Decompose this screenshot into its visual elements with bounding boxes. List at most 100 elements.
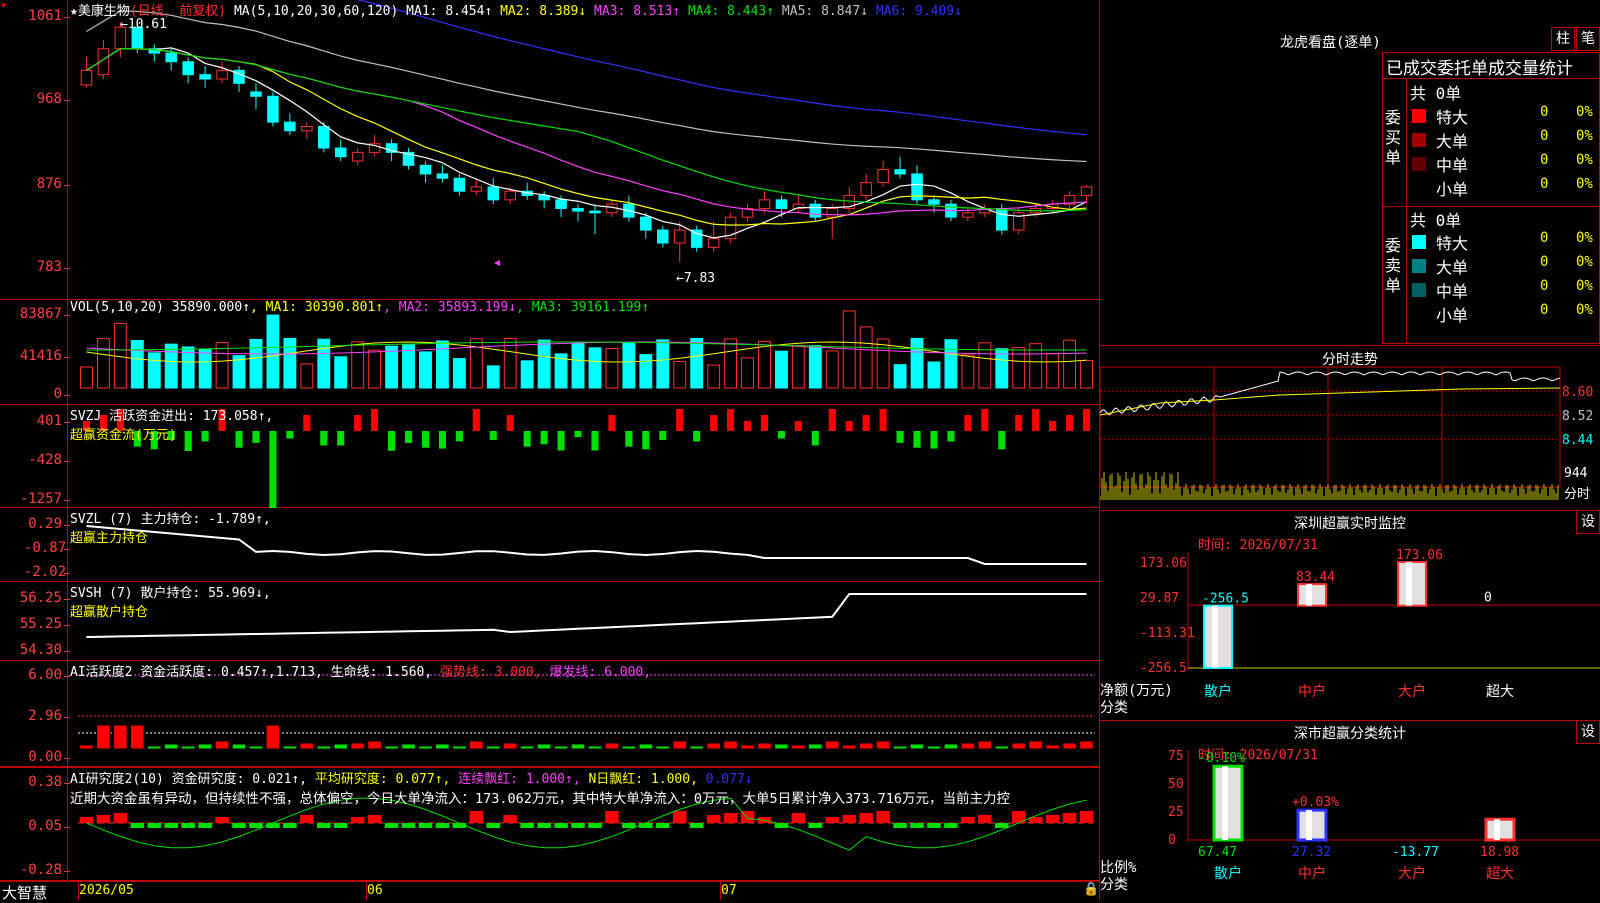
svzl-panel[interactable]: 0.29 -0.87 -2.02 SVZL (7) 主力持仓: -1.789↑,… [0,508,1100,582]
svzl-title: SVZL (7) 主力持仓: [70,512,201,527]
activity-bar [943,743,959,750]
research-bar [944,823,958,828]
volume-bar [385,345,399,389]
low-marker: ←7.83 [676,271,715,286]
research-bar [672,811,687,823]
date-label: 2026/05 [79,883,134,898]
candle-body [996,207,1008,231]
fund-flow-bar [862,415,870,431]
fund-flow-bar [947,431,955,442]
ratio-value-label: 67.47 [1198,845,1237,860]
bar-value-label: 83.44 [1296,570,1335,585]
activity-bar [180,745,196,750]
volume-bar [791,344,805,389]
tab-tick[interactable]: 笔 [1576,27,1600,51]
svzj-panel[interactable]: 401 -428 -1257 SVZJ 活跃资金进出: 173.058↑, 超赢… [0,405,1100,508]
activity-bar [926,745,942,750]
kline-header: ★美康生物(日线, 前复权) MA(5,10,20,30,60,120) MA1… [70,0,962,19]
volume-bar [334,356,348,389]
activity-bar [841,744,857,750]
research-bar [384,823,399,828]
research-bar [147,823,162,828]
monitor-panel: 深圳超赢实时监控 设 时间: 2026/07/31 173.06 29.87 -11… [1100,510,1600,720]
svsh-header: SVSH (7) 散户持仓: 55.969↓, 超赢散户持仓 [70,582,271,620]
ai-activity-panel[interactable]: 6.00 2.96 0.00 AI活跃度2 资金活跃度: 0.457↑,1.71… [0,661,1100,767]
research-bar [554,823,568,828]
stock-name[interactable]: ★美康生物 [70,4,130,19]
lock-icon[interactable]: 🔒 [1083,882,1099,897]
order-percent: 0% [1576,230,1593,246]
color-swatch [1412,283,1426,297]
fund-flow-bar [303,415,311,431]
order-percent: 0% [1576,278,1593,294]
svsh-panel[interactable]: 56.25 55.25 54.30 SVSH (7) 散户持仓: 55.969↓… [0,582,1100,661]
order-count: 0 [1540,176,1549,192]
fund-flow-bar [828,409,836,431]
research-bar [588,823,602,828]
candle-body [216,69,228,80]
activity-bar [587,745,603,750]
activity-bar [401,743,416,750]
fenshi-chart [1100,366,1561,500]
volume-bar [995,348,1009,389]
lhb-title: 龙虎看盘(逐单) [1280,35,1381,51]
fund-flow-bar [1032,409,1040,431]
tab-bar[interactable]: 柱 [1551,27,1575,51]
fund-flow-bar [388,431,396,451]
research-bar [961,817,975,823]
activity-bar [282,745,298,750]
research-bar [825,817,840,823]
fund-flow-bar [574,431,582,438]
fund-flow-bar [794,421,802,431]
research-bar [893,823,907,828]
research-bar [435,823,450,828]
candle-body [928,199,940,205]
fund-flow-bar [1049,421,1057,431]
fund-flow-bar [693,431,701,442]
volume-panel[interactable]: 83867 41416 0 VOL(5,10,20) 35890.000↑, M… [0,300,1100,405]
volume-bar [758,340,771,389]
activity-bar [689,745,704,750]
activity-bar [1011,742,1027,750]
volume-bar [673,361,687,389]
order-count: 0 [1540,230,1549,246]
fund-flow-bar [930,431,938,449]
activity-bar [299,742,315,750]
research-bar [113,813,128,823]
ma-2-value: 8.389↓ [539,4,587,19]
ma-5-label: MA5: [774,4,822,19]
activity-bar [1062,742,1077,750]
ai-research-panel[interactable]: 0.38 0.05 -0.28 AI研究度2(10) 资金研究度: 0.021↑… [0,767,1100,881]
fenshi-panel[interactable]: 分时走势 8.60 8.52 8.44 944 分时 [1100,345,1600,510]
activity-bar [502,742,518,750]
ai2-v1: 0.021↑ [252,772,300,787]
period-mode[interactable]: (日线, 前复权) [130,4,226,19]
candle-body [657,229,669,244]
svzj-sub: 超赢资金流(万元) [70,428,177,443]
fund-flow-bar [743,421,752,431]
candle-body [504,190,516,201]
kline-panel[interactable]: 1061 968 876 783 ▾ ←10.61 ←7.83 ★美康生物(日线,… [0,0,1100,300]
research-bar [215,817,229,823]
bar-highlight [1306,584,1312,606]
volume-bar [164,343,178,389]
lhb-subtitle: 已成交委托单成交量统计 [1386,59,1573,79]
activity-bar [994,745,1010,750]
research-bar [910,823,924,828]
order-percent: 0% [1576,254,1593,270]
svzj-value: 173.058↑, [202,409,274,424]
svzj-header: SVZJ 活跃资金进出: 173.058↑, 超赢资金流(万元) [70,405,273,443]
delta-label: -0.10% [1198,751,1245,766]
research-bar [639,823,653,828]
volume-bar [215,341,229,389]
ratio-value-label: -13.77 [1392,845,1439,860]
avg-price-line [1100,387,1561,416]
vol-title: VOL(5,10,20) [70,300,164,315]
volume-bar [893,364,907,389]
category-label: 大户 [1398,683,1426,700]
bar-value-label: 173.06 [1396,548,1443,563]
candle-body [894,169,906,175]
candle-body [419,164,432,175]
candle-body [690,229,703,248]
ai2-title: AI研究度2(10) 资金研究度: [70,772,245,787]
